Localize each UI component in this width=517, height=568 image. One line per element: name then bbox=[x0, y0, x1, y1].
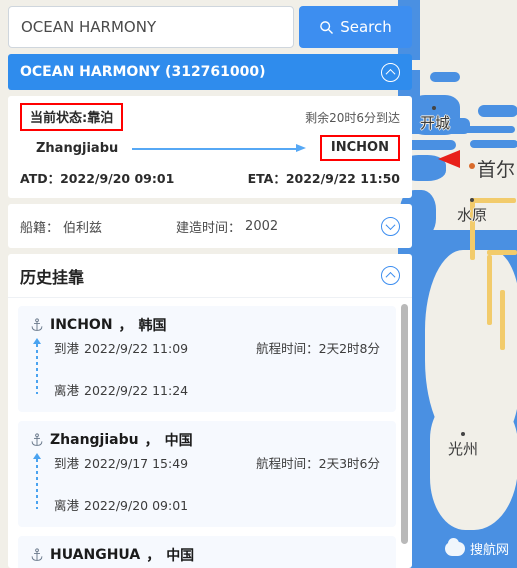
times-row: ATD：2022/9/20 09:01 ETA：2022/9/22 11:50 bbox=[20, 168, 400, 187]
port-country: 中国 bbox=[166, 548, 195, 564]
map-land-south bbox=[430, 400, 517, 530]
vessel-header-bar[interactable]: OCEAN HARMONY (312761000) bbox=[8, 54, 412, 90]
arrival-label: 到港 bbox=[54, 456, 80, 471]
map-road-mid-h bbox=[487, 250, 517, 255]
history-list[interactable]: INCHON ， 韩国 到港 2022/9/22 11:09 航程时间：2天2时… bbox=[8, 298, 412, 568]
voyage-duration-label: 航程时间： bbox=[256, 341, 319, 356]
anchor-icon bbox=[31, 433, 43, 446]
anchor-icon bbox=[31, 318, 43, 331]
search-icon bbox=[320, 20, 334, 34]
map-dot-seoul bbox=[469, 163, 475, 169]
vessel-detail-expand-button[interactable] bbox=[381, 216, 400, 236]
route-row: Zhangjiabu INCHON bbox=[20, 135, 400, 161]
site-watermark: 搜航网 bbox=[444, 537, 509, 558]
port-country: 中国 bbox=[164, 433, 193, 449]
map-label-kaesong: 开城 bbox=[420, 114, 451, 132]
history-collapse-button[interactable] bbox=[381, 266, 400, 285]
atd-text: ATD：2022/9/20 09:01 bbox=[20, 171, 175, 186]
vessel-arrow-marker[interactable] bbox=[438, 150, 460, 168]
voyage-duration: 航程时间：2天3时6分 bbox=[256, 453, 384, 472]
arrow-right-icon bbox=[132, 143, 306, 153]
history-title: 历史挂靠 bbox=[20, 267, 85, 287]
timeline-connector bbox=[33, 453, 41, 509]
chevron-up-icon bbox=[385, 68, 396, 79]
map-dot-gwangju bbox=[461, 432, 465, 436]
port-call-times: 到港 2022/9/17 15:49 航程时间：2天3时6分 离港 2022/9… bbox=[30, 453, 384, 515]
list-item[interactable]: INCHON ， 韩国 到港 2022/9/22 11:09 航程时间：2天2时… bbox=[18, 306, 396, 412]
voyage-duration-value: 2天2时8分 bbox=[318, 341, 380, 356]
arrival-label: 到港 bbox=[54, 341, 80, 356]
port-separator: ， bbox=[146, 548, 161, 564]
vessel-info-panel: Search OCEAN HARMONY (312761000) 当前状态:靠泊… bbox=[0, 0, 420, 568]
built-label: 建造时间： bbox=[176, 220, 242, 236]
history-header[interactable]: 历史挂靠 bbox=[8, 254, 412, 298]
search-input[interactable] bbox=[8, 6, 294, 48]
voyage-duration: 航程时间：2天2时8分 bbox=[256, 338, 384, 357]
port-call-heading: INCHON ， 韩国 bbox=[30, 315, 384, 335]
port-call-heading: HUANGHUA ， 中国 bbox=[30, 545, 384, 565]
list-item[interactable]: Zhangjiabu ， 中国 到港 2022/9/17 15:49 航程时间：… bbox=[18, 421, 396, 527]
departure-port-label: Zhangjiabu bbox=[36, 140, 119, 156]
map-inlet-h bbox=[470, 140, 517, 148]
map-inlet-c bbox=[455, 126, 515, 133]
history-scrollbar-track[interactable] bbox=[401, 298, 410, 568]
vessel-detail-card: 船籍： 伯利兹 建造时间： 2002 bbox=[8, 204, 412, 248]
status-top-row: 当前状态:靠泊 剩余20时6分到达 bbox=[20, 103, 400, 131]
port-call-times: 到港 2022/9/22 11:09 航程时间：2天2时8分 离港 2022/9… bbox=[30, 338, 384, 400]
port-call-heading: Zhangjiabu ， 中国 bbox=[30, 430, 384, 450]
port-separator: ， bbox=[118, 318, 133, 334]
search-row: Search bbox=[8, 6, 412, 48]
vessel-status-card: 当前状态:靠泊 剩余20时6分到达 Zhangjiabu INCHON ATD：… bbox=[8, 96, 412, 198]
map-dot-kaesong bbox=[432, 106, 436, 110]
search-button-label: Search bbox=[340, 18, 392, 36]
port-name: Zhangjiabu bbox=[50, 432, 139, 448]
arrival-time: 2022/9/17 15:49 bbox=[84, 456, 189, 471]
port-name: INCHON bbox=[50, 317, 113, 333]
map-inlet-g bbox=[430, 72, 460, 82]
map-label-gwangju: 光州 bbox=[448, 440, 479, 458]
chevron-up-icon bbox=[385, 271, 396, 282]
port-call-history-card: 历史挂靠 INCHON ， 韩国 到港 2022/9/22 11:09 航程时间… bbox=[8, 254, 412, 568]
history-scrollbar-thumb[interactable] bbox=[401, 304, 408, 544]
map-road-south bbox=[500, 290, 505, 350]
voyage-duration-label: 航程时间： bbox=[256, 456, 319, 471]
port-country: 韩国 bbox=[138, 318, 167, 334]
timeline-connector bbox=[33, 338, 41, 394]
destination-port-badge: INCHON bbox=[319, 135, 400, 161]
remaining-time-text: 剩余20时6分到达 bbox=[305, 110, 400, 125]
departure-time: 2022/9/22 11:24 bbox=[84, 383, 189, 398]
watermark-label: 搜航网 bbox=[469, 543, 509, 558]
departure-row: 离港 2022/9/20 09:01 bbox=[54, 495, 384, 515]
map-label-seoul: 首尔 bbox=[477, 159, 516, 181]
arrival-row: 到港 2022/9/17 15:49 航程时间：2天3时6分 bbox=[54, 453, 384, 473]
arrival-row: 到港 2022/9/22 11:09 航程时间：2天2时8分 bbox=[54, 338, 384, 358]
watermark-cloud-icon bbox=[444, 537, 465, 556]
departure-row: 离港 2022/9/22 11:24 bbox=[54, 380, 384, 400]
arrival-time: 2022/9/22 11:09 bbox=[84, 341, 189, 356]
port-separator: ， bbox=[144, 433, 159, 449]
voyage-duration-value: 2天3时6分 bbox=[318, 456, 380, 471]
map-inlet-f bbox=[478, 105, 517, 117]
flag-label: 船籍： bbox=[20, 220, 60, 236]
map-dot-suwon bbox=[470, 198, 474, 202]
flag-value: 伯利兹 bbox=[63, 220, 103, 236]
search-button[interactable]: Search bbox=[299, 6, 412, 48]
anchor-icon bbox=[31, 548, 43, 561]
built-value: 2002 bbox=[245, 218, 279, 234]
map-label-suwon: 水原 bbox=[457, 206, 488, 224]
chevron-down-icon bbox=[385, 219, 396, 230]
list-item[interactable]: HUANGHUA ， 中国 bbox=[18, 536, 396, 568]
departure-time: 2022/9/20 09:01 bbox=[84, 498, 189, 513]
vessel-title: OCEAN HARMONY (312761000) bbox=[20, 64, 266, 80]
map-road-mid bbox=[487, 255, 492, 325]
vessel-collapse-button[interactable] bbox=[381, 62, 400, 82]
departure-label: 离港 bbox=[54, 498, 80, 513]
port-name: HUANGHUA bbox=[50, 547, 141, 563]
departure-label: 离港 bbox=[54, 383, 80, 398]
eta-text: ETA：2022/9/22 11:50 bbox=[247, 171, 400, 186]
current-status-badge: 当前状态:靠泊 bbox=[20, 103, 124, 131]
map-road-north-h bbox=[470, 198, 516, 203]
vessel-tracking-app: 开城 首尔 水原 光州 搜航网 Search OCEAN bbox=[0, 0, 517, 568]
